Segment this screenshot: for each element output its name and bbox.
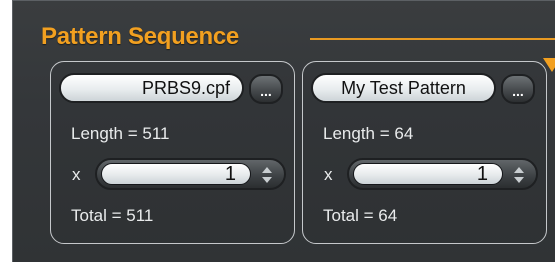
pattern-card-2: My Test Pattern ... Length = 64 x 1 Tota…	[302, 61, 547, 244]
up-down-arrows-icon[interactable]	[511, 165, 527, 185]
length-label: Length = 64	[323, 124, 414, 143]
multiplier-label: x	[72, 165, 81, 184]
browse-button[interactable]: ...	[249, 74, 283, 104]
browse-button[interactable]: ...	[501, 74, 535, 104]
section-title: Pattern Sequence	[41, 23, 239, 50]
total-label: Total = 64	[323, 206, 398, 225]
up-down-arrows-icon[interactable]	[259, 165, 275, 185]
title-divider	[310, 38, 555, 40]
pattern-card-1: PRBS9.cpf ... Length = 511 x 1 Total = 5…	[50, 61, 295, 244]
multiplier-input[interactable]: 1	[101, 163, 251, 185]
pattern-sequence-panel: Pattern Sequence PRBS9.cpf ... Length = …	[12, 0, 555, 262]
pattern-file-field[interactable]: My Test Pattern	[311, 73, 496, 103]
multiplier-input[interactable]: 1	[353, 163, 503, 185]
total-label: Total = 511	[71, 206, 154, 225]
multiplier-spinner[interactable]: 1	[95, 158, 286, 190]
multiplier-spinner[interactable]: 1	[347, 158, 538, 190]
length-label: Length = 511	[71, 124, 170, 143]
pattern-file-field[interactable]: PRBS9.cpf	[59, 73, 244, 103]
multiplier-label: x	[324, 165, 333, 184]
